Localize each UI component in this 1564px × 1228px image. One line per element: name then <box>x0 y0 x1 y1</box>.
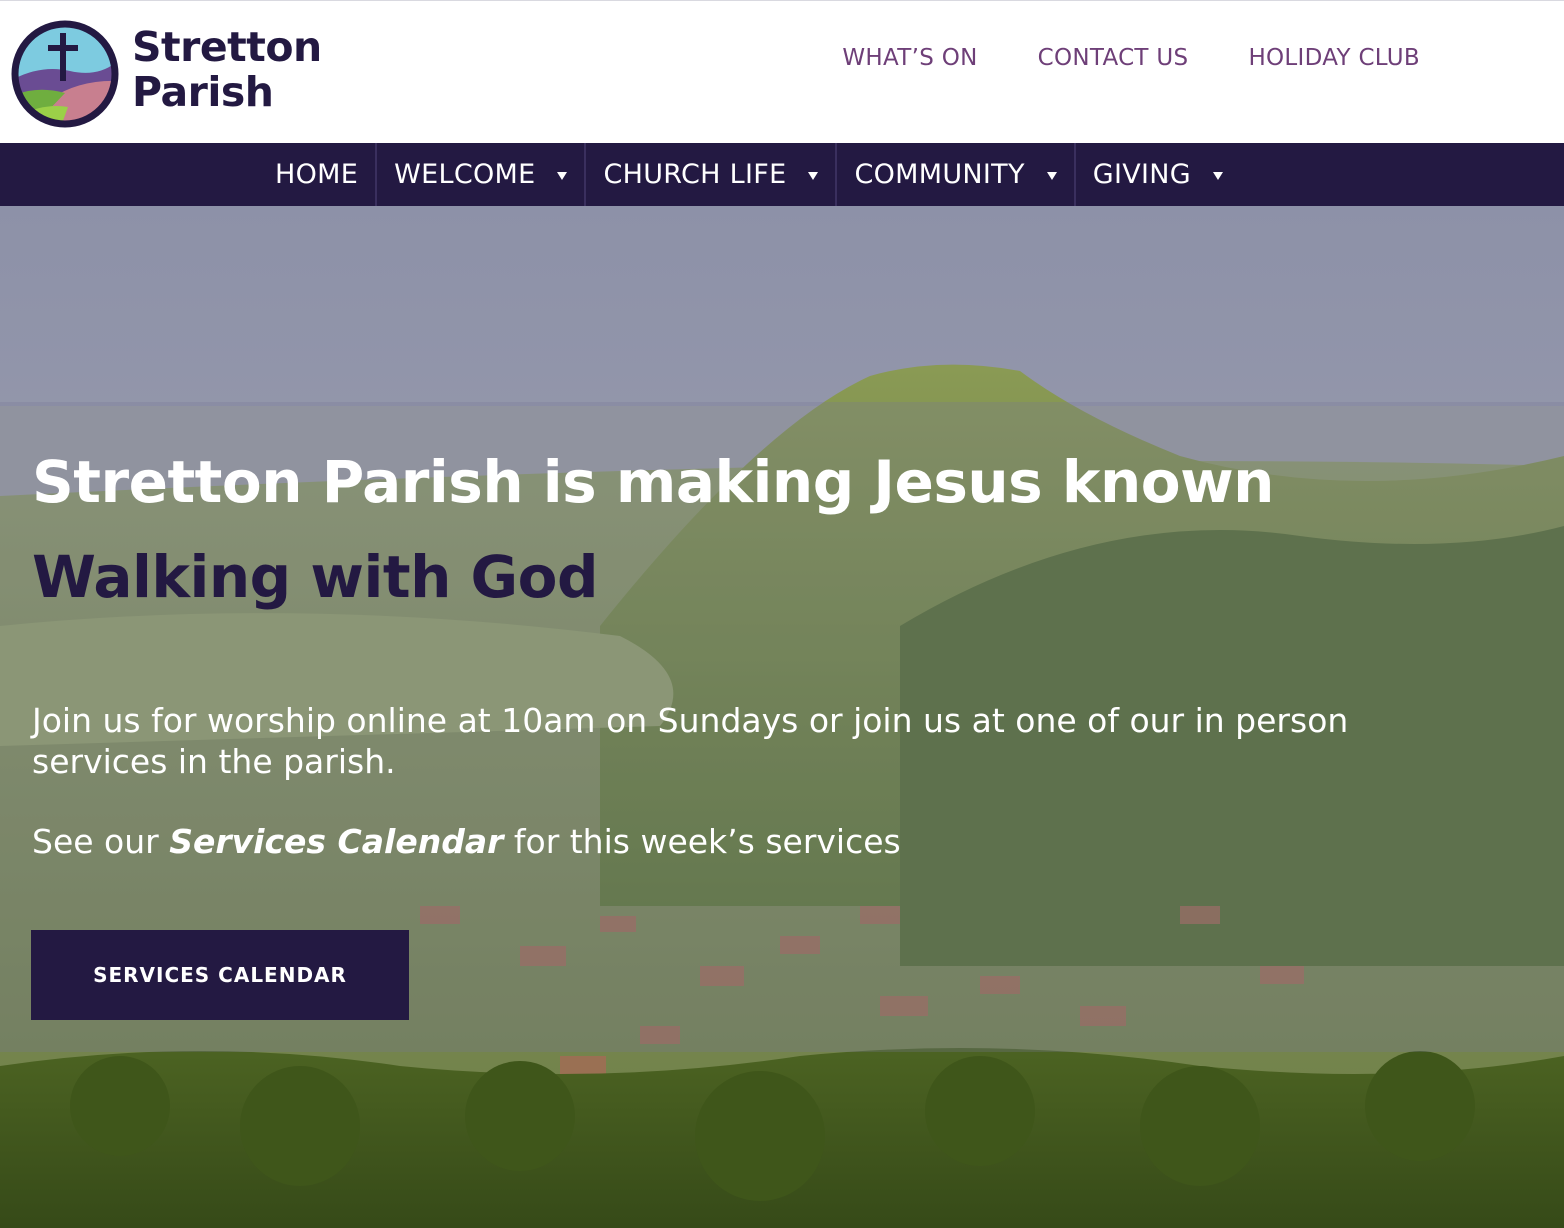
hero-section: Stretton Parish is making Jesus known Wa… <box>0 206 1564 1228</box>
hero-title: Stretton Parish is making Jesus known <box>32 448 1274 516</box>
services-calendar-link[interactable]: Services Calendar <box>169 822 503 861</box>
caret-down-icon <box>1213 171 1224 180</box>
nav-item-label: WELCOME <box>394 159 536 190</box>
nav-item-welcome[interactable]: WELCOME <box>377 143 587 206</box>
hero-paragraph: Join us for worship online at 10am on Su… <box>32 701 1349 781</box>
utility-nav: WHAT’S ON CONTACT US HOLIDAY CLUB <box>842 45 1420 71</box>
caret-down-icon <box>557 171 568 180</box>
nav-item-label: HOME <box>275 159 359 190</box>
hero-subtitle: Walking with God <box>32 543 599 611</box>
caret-down-icon <box>808 171 819 180</box>
link-whats-on[interactable]: WHAT’S ON <box>842 45 977 71</box>
nav-item-home[interactable]: HOME <box>258 143 378 206</box>
hero-calendar-line: See our Services Calendar for this week’… <box>32 821 901 862</box>
services-calendar-button[interactable]: SERVICES CALENDAR <box>31 930 409 1020</box>
nav-item-label: CHURCH LIFE <box>603 159 787 190</box>
logo-wordmark: Stretton Parish <box>132 25 342 115</box>
link-contact-us[interactable]: CONTACT US <box>1038 45 1189 71</box>
nav-item-giving[interactable]: GIVING <box>1076 143 1240 206</box>
parish-logo-icon <box>11 20 119 128</box>
main-nav: HOME WELCOME CHURCH LIFE COMMUNITY GIVIN… <box>0 143 1564 206</box>
site-logo[interactable]: Stretton Parish <box>10 19 340 129</box>
nav-item-church-life[interactable]: CHURCH LIFE <box>586 143 838 206</box>
nav-item-label: COMMUNITY <box>854 159 1025 190</box>
calendar-suffix: for this week’s services <box>503 822 901 861</box>
nav-item-label: GIVING <box>1092 159 1192 190</box>
link-holiday-club[interactable]: HOLIDAY CLUB <box>1248 45 1420 71</box>
calendar-prefix: See our <box>32 822 170 861</box>
logo-line-2: Parish <box>132 68 274 116</box>
caret-down-icon <box>1046 171 1057 180</box>
main-nav-list: HOME WELCOME CHURCH LIFE COMMUNITY GIVIN… <box>258 143 1240 206</box>
logo-line-1: Stretton <box>132 23 322 71</box>
site-header: Stretton Parish WHAT’S ON CONTACT US HOL… <box>0 0 1564 143</box>
nav-item-community[interactable]: COMMUNITY <box>837 143 1076 206</box>
